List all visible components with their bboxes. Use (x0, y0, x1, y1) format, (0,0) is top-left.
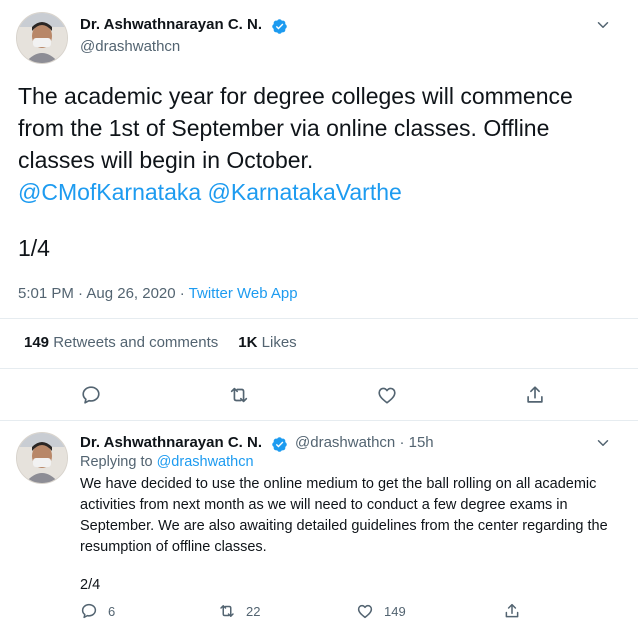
tweet-thread: Dr. Ashwathnarayan C. N. @drashwathcn Th… (0, 0, 638, 624)
tweet-text: The academic year for degree colleges wi… (18, 80, 608, 208)
divider (0, 368, 638, 369)
like-count: 149 (384, 603, 406, 619)
thread-counter: 1/4 (18, 235, 50, 261)
tweet-body: The academic year for degree colleges wi… (18, 83, 573, 173)
author-name[interactable]: Dr. Ashwathnarayan C. N. (80, 434, 262, 451)
retweet-icon[interactable] (218, 602, 236, 620)
reply-icon[interactable] (80, 384, 102, 406)
replying-mention[interactable]: @drashwathcn (157, 454, 254, 470)
likes-label: Likes (261, 334, 297, 351)
divider (0, 420, 638, 421)
replying-to: Replying to @drashwathcn (80, 454, 254, 470)
heart-icon[interactable] (376, 384, 398, 406)
retweet-icon[interactable] (228, 384, 250, 406)
reply-count: 6 (108, 603, 116, 619)
main-tweet[interactable]: Dr. Ashwathnarayan C. N. @drashwathcn Th… (0, 0, 638, 420)
mention-link[interactable]: @CMofKarnataka (18, 179, 201, 205)
retweet-action[interactable]: 22 (218, 600, 260, 622)
source-link[interactable]: Twitter Web App (189, 285, 298, 302)
chevron-down-icon[interactable] (594, 434, 612, 452)
replying-label: Replying to (80, 454, 157, 470)
retweets-label: Retweets and comments (53, 334, 219, 351)
reply-action[interactable]: 6 (80, 600, 115, 622)
author-handle[interactable]: @drashwathcn (80, 38, 180, 55)
engagement-stats: 149 Retweets and comments 1K Likes (24, 334, 297, 351)
timestamp[interactable]: 5:01 PM · Aug 26, 2020 · (18, 285, 189, 302)
likes-count: 1K (238, 334, 258, 351)
retweets-count: 149 (24, 334, 50, 351)
share-icon[interactable] (524, 384, 546, 406)
like-action[interactable]: 149 (356, 600, 406, 622)
mention-link[interactable]: @KarnatakaVarthe (208, 179, 402, 205)
tweet-meta: 5:01 PM · Aug 26, 2020 · Twitter Web App (18, 285, 298, 302)
heart-icon[interactable] (356, 602, 374, 620)
reply-text: We have decided to use the online medium… (80, 476, 608, 555)
verified-badge-icon (272, 437, 287, 452)
share-action[interactable] (503, 600, 531, 622)
verified-badge-icon (272, 19, 287, 34)
retweet-count: 22 (246, 603, 261, 619)
reply-icon[interactable] (80, 602, 98, 620)
avatar[interactable] (16, 432, 68, 484)
thread-counter: 2/4 (80, 577, 101, 593)
likes-stat[interactable]: 1K Likes (238, 334, 296, 351)
author-name[interactable]: Dr. Ashwathnarayan C. N. (80, 16, 262, 33)
retweets-stat[interactable]: 149 Retweets and comments (24, 334, 218, 351)
share-icon[interactable] (503, 602, 521, 620)
chevron-down-icon[interactable] (594, 16, 612, 34)
author-handle-time[interactable]: @drashwathcn · 15h (295, 434, 434, 451)
avatar[interactable] (16, 12, 68, 64)
divider (0, 318, 638, 319)
